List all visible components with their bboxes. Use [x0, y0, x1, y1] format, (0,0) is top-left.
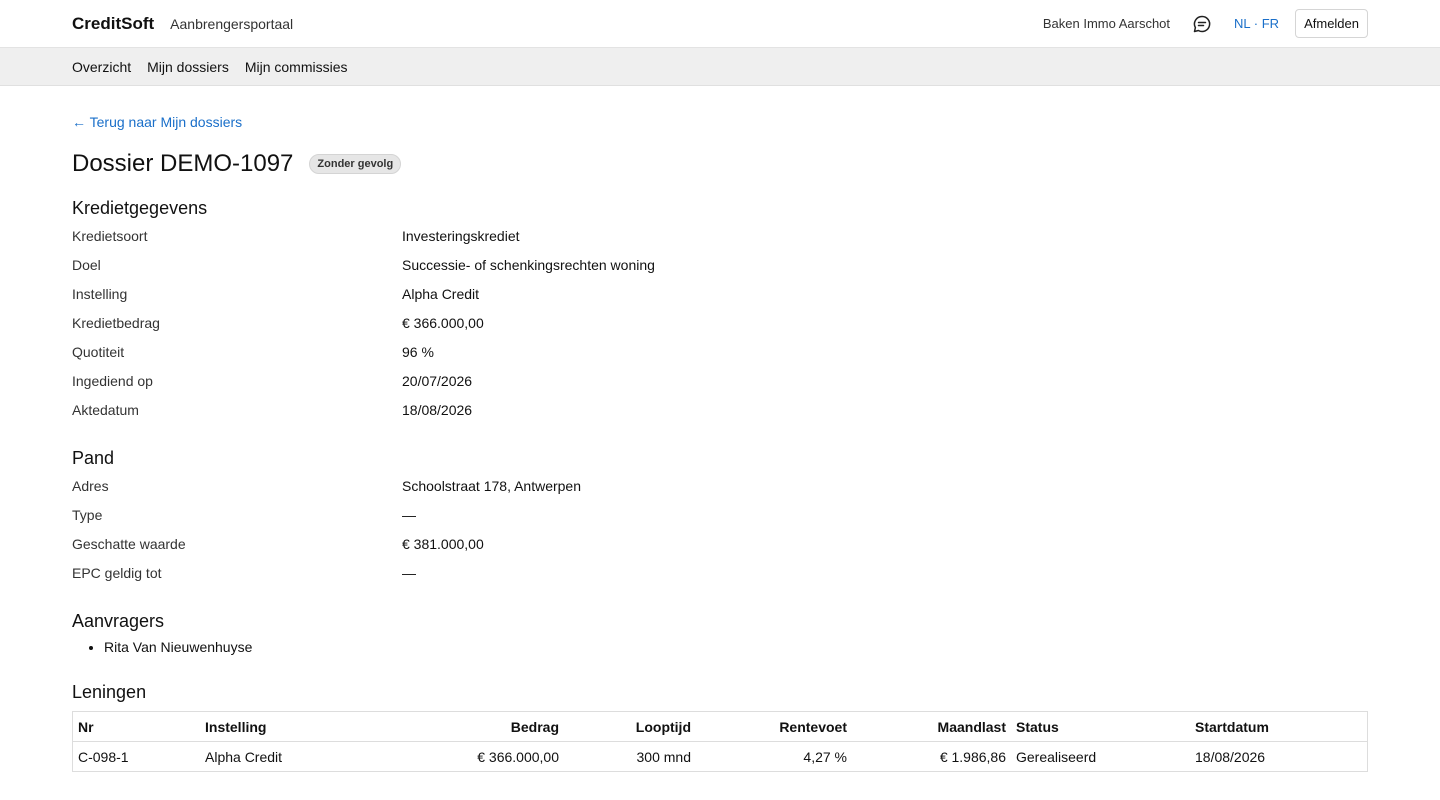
list-item: Rita Van Nieuwenhuyse: [104, 636, 1368, 658]
applicants-heading: Aanvragers: [72, 611, 165, 631]
table-cell: € 1.986,86: [939, 748, 1006, 765]
detail-label: EPC geldig tot: [72, 564, 162, 581]
lang-separator: ·: [1250, 16, 1262, 31]
chat-icon[interactable]: [1192, 14, 1212, 34]
detail-value: Schoolstraat 178, Antwerpen: [402, 477, 582, 494]
property-section: Pand Adres Schoolstraat 178, Antwerpen T…: [72, 448, 1368, 587]
detail-row: Doel Successie- of schenkingsrechten won…: [72, 250, 1368, 279]
detail-row: Adres Schoolstraat 178, Antwerpen: [72, 471, 1368, 500]
table-row: C-098-1 Alpha Credit € 366.000,00 300 mn…: [73, 742, 1368, 772]
table-cell: € 366.000,00: [477, 748, 559, 765]
loans-table: Nr Instelling Bedrag Looptijd Rentevoet …: [72, 711, 1368, 772]
detail-value: € 381.000,00: [402, 535, 484, 552]
nav-item-mijn-commissies[interactable]: Mijn commissies: [245, 59, 348, 75]
main-content: ← Terug naar Mijn dossiers Dossier DEMO-…: [0, 86, 1440, 772]
detail-row: Kredietbedrag € 366.000,00: [72, 308, 1368, 337]
detail-row: Type —: [72, 500, 1368, 529]
detail-label: Kredietsoort: [72, 227, 148, 244]
back-link[interactable]: ← Terug naar Mijn dossiers: [72, 114, 242, 130]
table-cell: C-098-1: [78, 748, 129, 765]
agency-name: Baken Immo Aarschot: [1042, 16, 1171, 31]
detail-row: Ingediend op 20/07/2026: [72, 366, 1368, 395]
column-header-rentevoet: Rentevoet: [696, 711, 852, 742]
detail-value: 96 %: [402, 343, 434, 360]
detail-value: Investeringskrediet: [402, 227, 520, 244]
detail-row: Aktedatum 18/08/2026: [72, 395, 1368, 424]
table-cell: 18/08/2026: [1195, 748, 1266, 765]
detail-label: Adres: [72, 477, 109, 494]
page-title: Dossier DEMO-1097: [72, 150, 294, 177]
lang-nl-link[interactable]: NL: [1234, 16, 1250, 31]
detail-value: Alpha Credit: [402, 285, 480, 302]
column-header-looptijd: Looptijd: [564, 711, 696, 742]
detail-value: 18/08/2026: [402, 401, 473, 418]
brand-logo[interactable]: CreditSoft: [72, 14, 154, 34]
column-header-instelling: Instelling: [200, 711, 378, 742]
column-header-bedrag: Bedrag: [378, 711, 564, 742]
loans-heading: Leningen: [72, 682, 147, 702]
table-cell: Alpha Credit: [205, 748, 283, 765]
column-header-startdatum: Startdatum: [1190, 711, 1368, 742]
detail-label: Doel: [72, 256, 101, 273]
status-badge: Zonder gevolg: [309, 154, 402, 174]
table-cell: 4,27 %: [803, 748, 847, 765]
detail-row: Instelling Alpha Credit: [72, 279, 1368, 308]
detail-row: Quotiteit 96 %: [72, 337, 1368, 366]
language-switch: NL · FR: [1234, 16, 1279, 31]
top-bar: CreditSoft Aanbrengersportaal Baken Immo…: [0, 0, 1440, 48]
column-header-maandlast: Maandlast: [852, 711, 1011, 742]
detail-label: Instelling: [72, 285, 128, 302]
detail-value: € 366.000,00: [402, 314, 484, 331]
applicants-list: Rita Van Nieuwenhuyse: [72, 636, 1368, 658]
property-details: Adres Schoolstraat 178, Antwerpen Type —…: [72, 471, 1368, 587]
detail-value: —: [402, 564, 416, 581]
detail-label: Quotiteit: [72, 343, 125, 360]
detail-label: Kredietbedrag: [72, 314, 160, 331]
table-header-row: Nr Instelling Bedrag Looptijd Rentevoet …: [72, 711, 1368, 742]
detail-value: Successie- of schenkingsrechten woning: [402, 256, 655, 273]
detail-value: —: [402, 506, 416, 523]
detail-label: Aktedatum: [72, 401, 139, 418]
column-header-nr: Nr: [72, 711, 200, 742]
portal-name: Aanbrengersportaal: [170, 15, 294, 32]
detail-row: EPC geldig tot —: [72, 558, 1368, 587]
title-row: Dossier DEMO-1097 Zonder gevolg: [72, 150, 1368, 178]
main-nav: Overzicht Mijn dossiers Mijn commissies: [0, 48, 1440, 86]
nav-item-overzicht[interactable]: Overzicht: [72, 59, 131, 75]
table-cell: Gerealiseerd: [1016, 748, 1097, 765]
credit-details: Kredietsoort Investeringskrediet Doel Su…: [72, 221, 1368, 424]
detail-value: 20/07/2026: [402, 372, 473, 389]
table-cell: 300 mnd: [636, 748, 691, 765]
detail-row: Kredietsoort Investeringskrediet: [72, 221, 1368, 250]
credit-section: Kredietgegevens Kredietsoort Investering…: [72, 198, 1368, 424]
applicants-section: Aanvragers Rita Van Nieuwenhuyse: [72, 611, 1368, 658]
credit-heading: Kredietgegevens: [72, 198, 208, 218]
column-header-status: Status: [1011, 711, 1190, 742]
nav-item-mijn-dossiers[interactable]: Mijn dossiers: [147, 59, 229, 75]
lang-fr-link[interactable]: FR: [1262, 16, 1279, 31]
loans-section: Leningen Nr Instelling Bedrag Looptijd R…: [72, 682, 1368, 772]
property-heading: Pand: [72, 448, 115, 468]
detail-row: Geschatte waarde € 381.000,00: [72, 529, 1368, 558]
detail-label: Geschatte waarde: [72, 535, 186, 552]
detail-label: Type: [72, 506, 103, 523]
detail-label: Ingediend op: [72, 372, 153, 389]
logout-button[interactable]: Afmelden: [1295, 9, 1368, 38]
